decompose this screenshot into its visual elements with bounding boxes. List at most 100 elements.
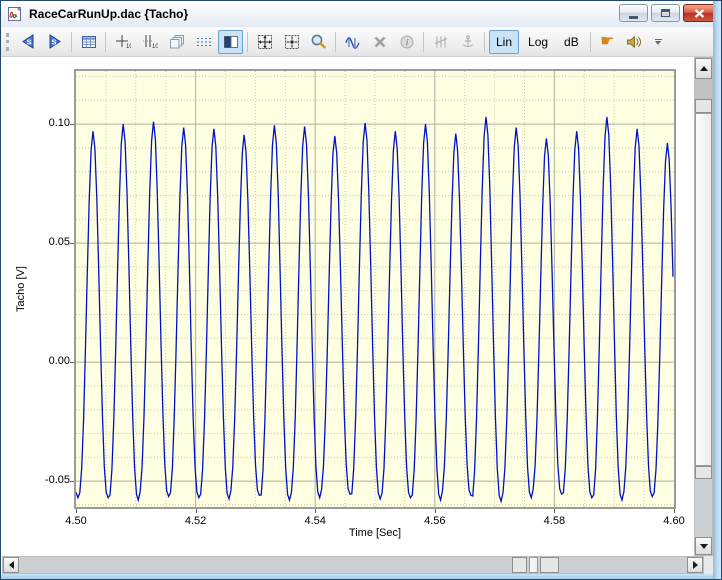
toolbar-separator [590,32,591,52]
y-cursor-10-button[interactable]: 10 [137,30,162,54]
remove-trace-button[interactable] [367,30,392,54]
x-tick-label: 4.54 [293,515,337,527]
zoom-magnify-button[interactable] [306,30,331,54]
vscroll-thumb[interactable] [695,113,712,466]
toolbar-separator [484,32,485,52]
overflow-bar [655,39,662,40]
window-title: RaceCarRunUp.dac {Tacho} [29,7,188,21]
split-view-icon [223,34,239,50]
scroll-down-button[interactable] [695,537,712,555]
split-display-button[interactable] [218,30,243,54]
x-cursor-10-button[interactable]: 10 [110,30,135,54]
vscroll-zoom-handle-bottom[interactable] [695,466,712,479]
dotted-trace-icon [196,34,212,50]
magnifier-icon [310,33,327,50]
y-tick-label: 0.00 [26,355,70,367]
x-tick-mark [76,509,77,513]
step-forward-button[interactable]: S [42,30,67,54]
y-tick-mark [70,124,74,125]
marker-tool-button[interactable] [428,30,453,54]
step-back-button[interactable]: S [15,30,40,54]
zoom-window-icon [284,34,300,50]
zoom-box-button[interactable] [279,30,304,54]
anchor-icon [460,34,476,50]
step-back-icon: S [19,33,37,50]
zoom-extents-icon [257,34,273,50]
toolbar-separator [71,32,72,52]
hscroll-thumb[interactable] [529,557,538,573]
window-controls [619,4,716,22]
restore-icon [661,9,670,17]
marker-icon [433,34,449,50]
vscroll-track-upper[interactable] [695,79,712,99]
delete-x-icon [372,34,388,50]
scroll-right-button[interactable] [687,557,703,573]
plot-panel: Time [Sec] Tacho [V] 0.100.050.00-0.054.… [2,57,694,556]
arrow-right-icon [693,561,698,569]
dotted-display-button[interactable] [191,30,216,54]
arrow-down-icon [700,544,708,549]
info-circle-icon: i [399,34,415,50]
svg-text:10: 10 [126,44,131,50]
restore-button[interactable] [651,4,680,22]
svg-text:S: S [51,38,56,47]
y-axis-title: Tacho [V] [15,239,29,339]
x-tick-label: 4.50 [54,515,98,527]
x-tick-label: 4.58 [532,515,576,527]
close-icon [694,9,705,18]
hscroll-zoom-handle-left[interactable] [512,557,527,573]
vscroll-zoom-handle-top[interactable] [695,99,712,113]
waveform-canvas[interactable] [76,71,674,507]
zoom-full-extent-button[interactable] [252,30,277,54]
scale-lin-button[interactable]: Lin [489,30,519,54]
svg-text:S: S [26,38,31,47]
y-tick-mark [70,362,74,363]
cascade-view-button[interactable] [164,30,189,54]
x-tick-mark [196,509,197,513]
scale-log-button[interactable]: Log [521,30,555,54]
y-tick-mark [70,481,74,482]
window-frame-right [713,1,722,579]
cascade-windows-icon [169,34,185,50]
audio-replay-button[interactable] [622,30,647,54]
chevron-down-icon [655,41,661,45]
annotate-hand-button[interactable]: ☛ [595,30,620,54]
y-tick-label: 0.10 [26,117,70,129]
toolbar-grip[interactable] [6,33,9,51]
step-forward-icon: S [46,33,64,50]
toolbar: S S 10 10 Ni LinLogdB ☛ [1,27,721,57]
x-tick-mark [435,509,436,513]
scroll-up-button[interactable] [695,58,712,79]
scale-db-button[interactable]: dB [557,30,586,54]
toolbar-separator [105,32,106,52]
arrow-up-icon [700,66,708,71]
vlines-10-icon: 10 [142,34,158,50]
close-button[interactable] [683,4,716,22]
hscroll-zoom-handle-right[interactable] [540,557,559,573]
vertical-scrollbar[interactable] [694,57,713,556]
x-tick-mark [315,509,316,513]
window-frame-bottom [1,574,713,580]
scroll-left-button[interactable] [3,557,19,573]
x-tick-label: 4.52 [174,515,218,527]
overlay-trace-button[interactable]: N [340,30,365,54]
toolbar-separator [423,32,424,52]
titlebar[interactable]: RaceCarRunUp.dac {Tacho} [1,1,721,27]
x-tick-mark [554,509,555,513]
y-tick-label: 0.05 [26,236,70,248]
toolbar-options-button[interactable] [655,39,662,45]
x-tick-mark [674,509,675,513]
anchor-tool-button[interactable] [455,30,480,54]
minimize-icon [629,16,638,19]
data-grid-button[interactable] [76,30,101,54]
info-button[interactable]: i [394,30,419,54]
wave-n-icon: N [344,34,361,50]
app-window: RaceCarRunUp.dac {Tacho} S S 10 10 Ni LinLogd… [0,0,722,580]
horizontal-scrollbar[interactable] [2,556,704,574]
minimize-button[interactable] [619,4,648,22]
pointing-hand-icon: ☛ [600,34,614,50]
x-tick-label: 4.56 [413,515,457,527]
y-tick-label: -0.05 [26,474,70,486]
data-grid-icon [81,34,97,50]
document-waveform-icon [7,6,23,22]
